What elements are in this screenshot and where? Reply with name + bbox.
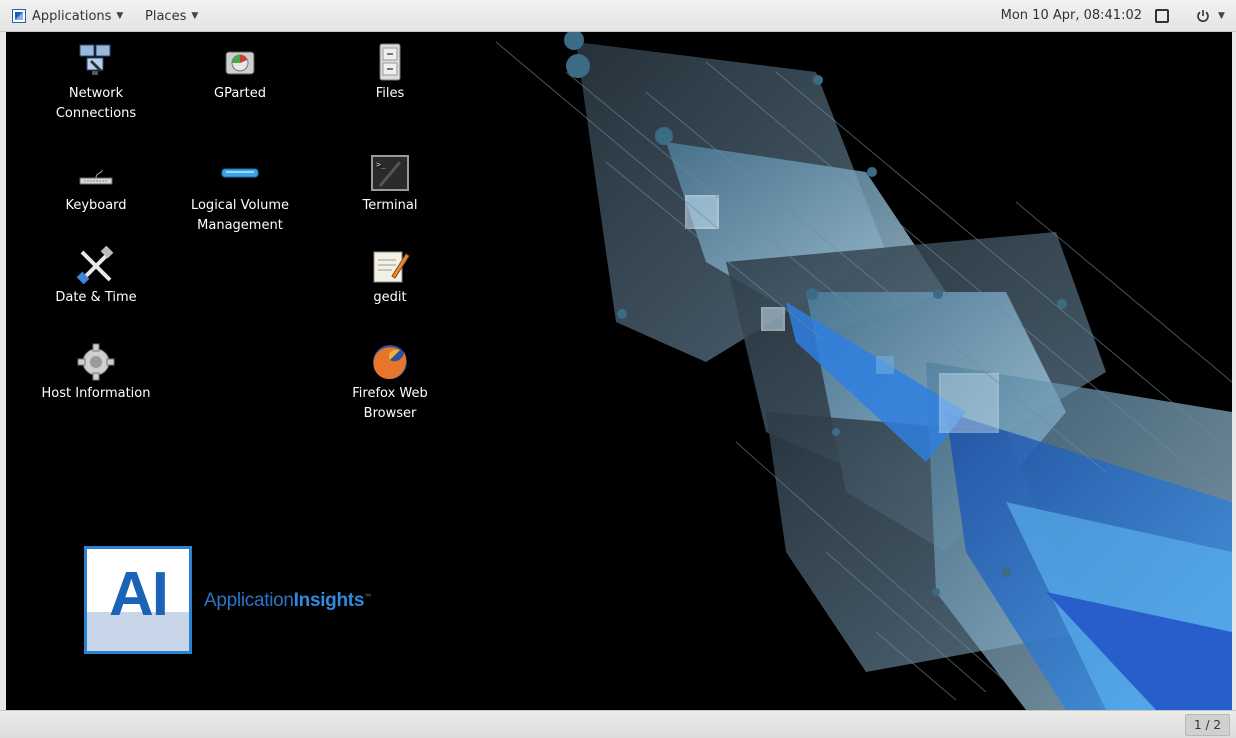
wordmark-bold: Insights <box>293 590 365 611</box>
icon-label: Terminal <box>362 198 418 213</box>
clock[interactable]: Mon 10 Apr, 08:41:02 <box>1001 0 1142 32</box>
icon-label: gedit <box>373 290 407 305</box>
chevron-down-icon: ▼ <box>191 11 199 21</box>
desktop[interactable]: Network Connections GParted Files Keyboa… <box>6 32 1232 710</box>
icon-label: Logical Volume Management <box>190 198 290 233</box>
wordmark-light: Application <box>204 590 294 611</box>
svg-text:>_: >_ <box>376 160 386 169</box>
desktop-icon-gparted[interactable]: GParted <box>180 42 300 104</box>
application-insights-logo: AI <box>84 546 192 654</box>
desktop-icon-date-time[interactable]: Date & Time <box>36 245 156 308</box>
applications-menu[interactable]: Applications ▼ <box>12 0 123 32</box>
chevron-down-icon: ▼ <box>116 11 124 21</box>
desktop-icon-keyboard[interactable]: Keyboard <box>36 154 156 216</box>
icon-label: Network Connections <box>55 86 137 121</box>
desktop-icon-logical-volume-management[interactable]: Logical Volume Management <box>180 154 300 236</box>
icon-label: Files <box>375 86 405 101</box>
places-menu-label: Places <box>145 8 187 24</box>
icon-label: Keyboard <box>65 198 127 213</box>
applications-menu-label: Applications <box>32 8 112 24</box>
icon-label: Firefox Web Browser <box>352 386 428 421</box>
desktop-icon-host-information[interactable]: Host Information <box>36 342 156 404</box>
desktop-icon-network-connections[interactable]: Network Connections <box>36 42 156 124</box>
gparted-icon <box>220 42 260 82</box>
power-icon <box>1197 10 1209 22</box>
desktop-icon-firefox[interactable]: Firefox Web Browser <box>330 342 450 424</box>
host-information-icon <box>76 342 116 382</box>
logo-text: AI <box>109 560 169 629</box>
terminal-icon: >_ <box>370 154 410 194</box>
icon-label: Date & Time <box>55 290 137 305</box>
files-icon <box>370 42 410 82</box>
screen-icon[interactable] <box>1155 9 1169 23</box>
network-connections-icon <box>76 42 116 82</box>
top-panel: Applications ▼ Places ▼ Mon 10 Apr, 08:4… <box>0 0 1236 32</box>
date-time-icon <box>76 245 116 286</box>
gedit-icon <box>370 246 410 286</box>
applications-logo-icon <box>12 9 26 23</box>
keyboard-icon <box>76 154 116 194</box>
bottom-panel: 1 / 2 <box>0 710 1236 738</box>
system-menu[interactable]: ▼ <box>1196 0 1225 32</box>
desktop-icon-files[interactable]: Files <box>330 42 450 104</box>
icon-label: GParted <box>214 86 266 101</box>
firefox-icon <box>370 342 410 382</box>
trademark: ™ <box>364 593 371 601</box>
application-insights-wordmark: ApplicationInsights™ <box>204 590 371 612</box>
desktop-icon-gedit[interactable]: gedit <box>330 246 450 308</box>
places-menu[interactable]: Places ▼ <box>145 0 198 32</box>
desktop-icon-terminal[interactable]: >_ Terminal <box>330 154 450 216</box>
workspace-switcher[interactable]: 1 / 2 <box>1185 714 1230 736</box>
lvm-icon <box>220 154 260 194</box>
chevron-down-icon: ▼ <box>1218 11 1225 21</box>
icon-label: Host Information <box>41 386 151 401</box>
